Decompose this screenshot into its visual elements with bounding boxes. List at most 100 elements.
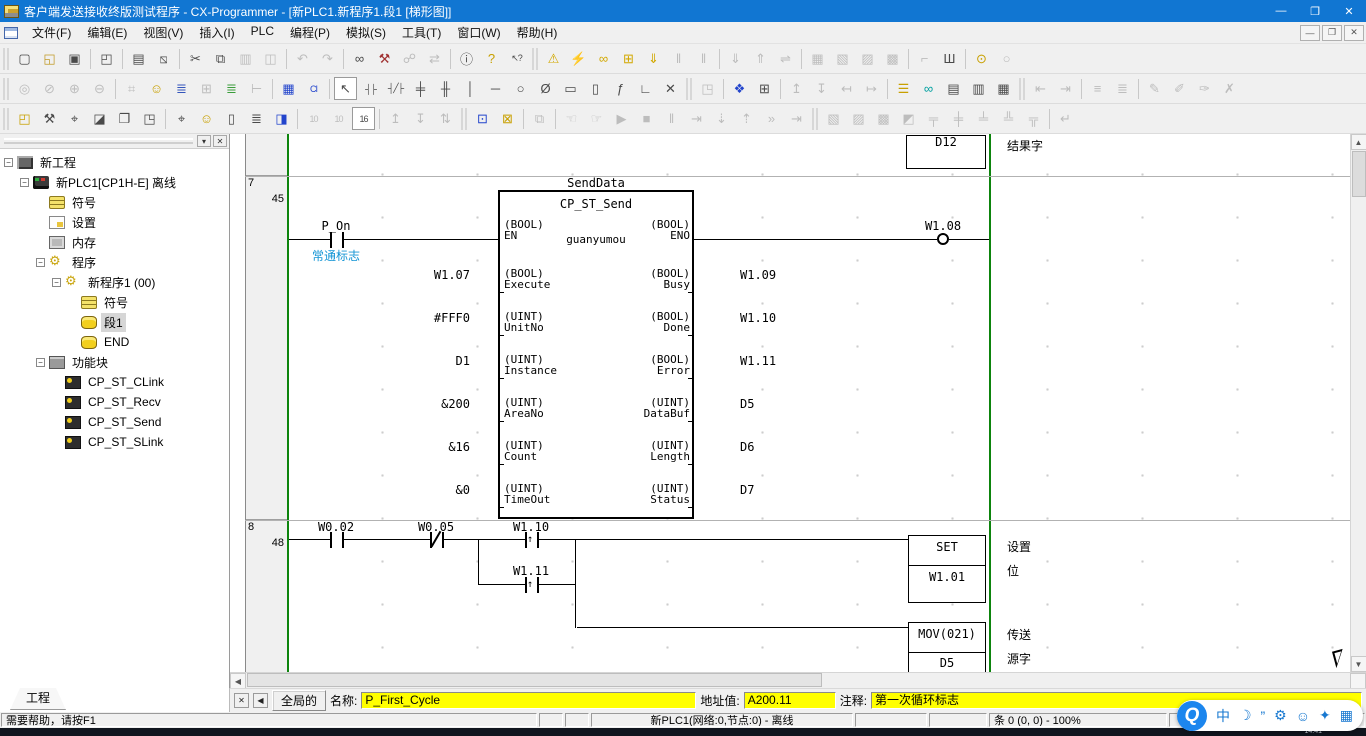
toolbar-grabber[interactable] — [532, 48, 538, 70]
find-icon[interactable]: ∞ — [348, 47, 371, 70]
binary-editor-icon[interactable]: ◨ — [270, 107, 293, 130]
coil-icon[interactable]: ○ — [509, 77, 532, 100]
contact-p-on-label[interactable]: P_On — [314, 220, 358, 232]
ime-toolbox-icon[interactable]: ⚙ — [1274, 707, 1287, 724]
delete-line-icon[interactable]: ✕ — [659, 77, 682, 100]
open-icon[interactable]: ◱ — [38, 47, 61, 70]
tree-item-project[interactable]: −新工程 — [0, 152, 229, 172]
menu-view[interactable]: 视图(V) — [135, 21, 191, 44]
toolbar-grabber[interactable] — [3, 78, 9, 100]
find-warning-icon[interactable]: ∞ — [592, 47, 615, 70]
symbol-bar-close-button[interactable]: ✕ — [234, 693, 249, 708]
coil-w1-08[interactable] — [937, 233, 949, 245]
coil-w1-08-label[interactable]: W1.08 — [913, 220, 973, 232]
browse-tree-icon[interactable]: ☰ — [892, 77, 915, 100]
fb-output-operand[interactable]: W1.09 — [740, 269, 776, 281]
ime-emoji-icon[interactable]: ☺ — [1296, 708, 1310, 724]
menu-edit[interactable]: 编辑(E) — [79, 21, 135, 44]
toolbar-grabber[interactable] — [812, 108, 818, 130]
symbol-list-icon[interactable]: ≣ — [170, 77, 193, 100]
fb-output-operand[interactable]: W1.10 — [740, 312, 776, 324]
print-icon[interactable]: ▤ — [127, 47, 150, 70]
ime-skin-icon[interactable]: ✦ — [1319, 707, 1331, 724]
properties-icon[interactable]: ◳ — [138, 107, 161, 130]
ladder-diagram[interactable]: 745848D12结果字P_On常通标志SendDataCP_ST_Sendgu… — [230, 134, 1350, 672]
fb-library-icon[interactable]: ❖ — [728, 77, 751, 100]
vertical-scroll-thumb[interactable] — [1352, 151, 1366, 197]
tree-item-end[interactable]: END — [0, 332, 229, 352]
tree-item-cp-st-send[interactable]: CP_ST_Send — [0, 412, 229, 432]
help-icon[interactable]: ? — [480, 47, 503, 70]
function-invoke-icon[interactable]: ƒ — [609, 77, 632, 100]
menu-tools[interactable]: 工具(T) — [394, 21, 449, 44]
symbol-browser-icon[interactable]: ⌖ — [170, 107, 193, 130]
instruction-box-icon[interactable]: ▭ — [559, 77, 582, 100]
menu-program[interactable]: 编程(P) — [282, 21, 338, 44]
ime-chinese-mode-icon[interactable]: 中 — [1216, 706, 1230, 726]
menu-help[interactable]: 帮助(H) — [509, 21, 566, 44]
symbol-bar-collapse-button[interactable]: ◀ — [253, 693, 268, 708]
fb-input-operand[interactable]: W1.07 — [370, 269, 470, 281]
replace-icon[interactable]: ⚒ — [373, 47, 396, 70]
horizontal-scroll-thumb[interactable] — [247, 673, 822, 687]
window-view-1-icon[interactable]: ▤ — [942, 77, 965, 100]
expand-collapse-icon[interactable]: − — [36, 358, 45, 367]
contact-w1-11-label[interactable]: W1.11 — [501, 565, 561, 577]
about-icon[interactable]: ⓘ — [455, 47, 478, 70]
fb-output-operand[interactable]: D7 — [740, 484, 754, 496]
fb-input-operand[interactable]: #FFF0 — [370, 312, 470, 324]
menu-simulation[interactable]: 模拟(S) — [338, 21, 394, 44]
mdi-minimize-button[interactable]: — — [1300, 25, 1320, 41]
comment-editor-icon[interactable]: ☺ — [195, 107, 218, 130]
fb-define-icon[interactable]: ⊞ — [753, 77, 776, 100]
connect-line-icon[interactable]: ∟ — [634, 77, 657, 100]
work-online-simulator-icon[interactable]: ⊙ — [970, 47, 993, 70]
cut-icon[interactable]: ✂ — [184, 47, 207, 70]
toolbar-grabber[interactable] — [461, 108, 467, 130]
ci-view-icon[interactable]: CI — [302, 77, 325, 100]
mdi-restore-button[interactable]: ❐ — [1322, 25, 1342, 41]
restore-button[interactable]: ❐ — [1298, 0, 1332, 22]
watch-window-icon[interactable]: ∞ — [917, 77, 940, 100]
address-map-icon[interactable]: ◪ — [88, 107, 111, 130]
toolbar-grabber[interactable] — [1019, 78, 1025, 100]
toolbar-grabber[interactable] — [3, 108, 9, 130]
ime-punctuation-icon[interactable]: ” — [1261, 708, 1266, 724]
plc-transfer-icon[interactable]: ⊠ — [496, 107, 519, 130]
cross-reference-icon[interactable]: ⌖ — [63, 107, 86, 130]
window-manager-icon[interactable]: ◰ — [13, 107, 36, 130]
build-icon[interactable]: ⚒ — [38, 107, 61, 130]
ime-grid-icon[interactable]: ▦ — [1340, 707, 1353, 724]
tree-item-plc[interactable]: −新PLC1[CP1H-E] 离线 — [0, 172, 229, 192]
close-button[interactable]: ✕ — [1332, 0, 1366, 22]
vertical-scrollbar[interactable]: ▲ ▼ — [1350, 134, 1366, 672]
tree-item-cp-st-clink[interactable]: CP_ST_CLink — [0, 372, 229, 392]
list-editor-icon[interactable]: ≣ — [245, 107, 268, 130]
window-view-3-icon[interactable]: ▦ — [992, 77, 1015, 100]
scroll-down-button[interactable]: ▼ — [1351, 656, 1366, 672]
pane-close-button[interactable]: ✕ — [213, 135, 227, 147]
save-icon[interactable]: ▣ — [63, 47, 86, 70]
tree-item-cp-st-recv[interactable]: CP_ST_Recv — [0, 392, 229, 412]
symbol-address-field[interactable]: A200.11 — [744, 692, 836, 709]
set-operand[interactable]: W1.01 — [908, 571, 986, 583]
new-icon[interactable]: ▢ — [13, 47, 36, 70]
ime-night-mode-icon[interactable]: ☽ — [1239, 707, 1252, 724]
mdi-close-button[interactable]: ✕ — [1344, 25, 1364, 41]
scroll-left-button[interactable]: ◀ — [230, 673, 246, 689]
pane-grabber[interactable] — [4, 138, 193, 144]
menu-plc[interactable]: PLC — [243, 21, 282, 44]
toolbar-grabber[interactable] — [686, 78, 692, 100]
transfer-check-icon[interactable]: ⇓ — [642, 47, 665, 70]
compile-icon[interactable]: ⚠ — [542, 47, 565, 70]
menu-insert[interactable]: 插入(I) — [191, 21, 242, 44]
tab-project[interactable]: 工程 — [10, 688, 66, 710]
plc-clock-icon[interactable]: ⊡ — [471, 107, 494, 130]
contact-w0-05-label[interactable]: W0.05 — [406, 521, 466, 533]
horizontal-line-icon[interactable]: ─ — [484, 77, 507, 100]
minimize-button[interactable]: — — [1264, 0, 1298, 22]
copy-icon[interactable]: ⧉ — [209, 47, 232, 70]
scroll-up-button[interactable]: ▲ — [1351, 134, 1366, 150]
ime-logo-icon[interactable]: Q — [1177, 701, 1207, 731]
toolbar-grabber[interactable] — [3, 48, 9, 70]
